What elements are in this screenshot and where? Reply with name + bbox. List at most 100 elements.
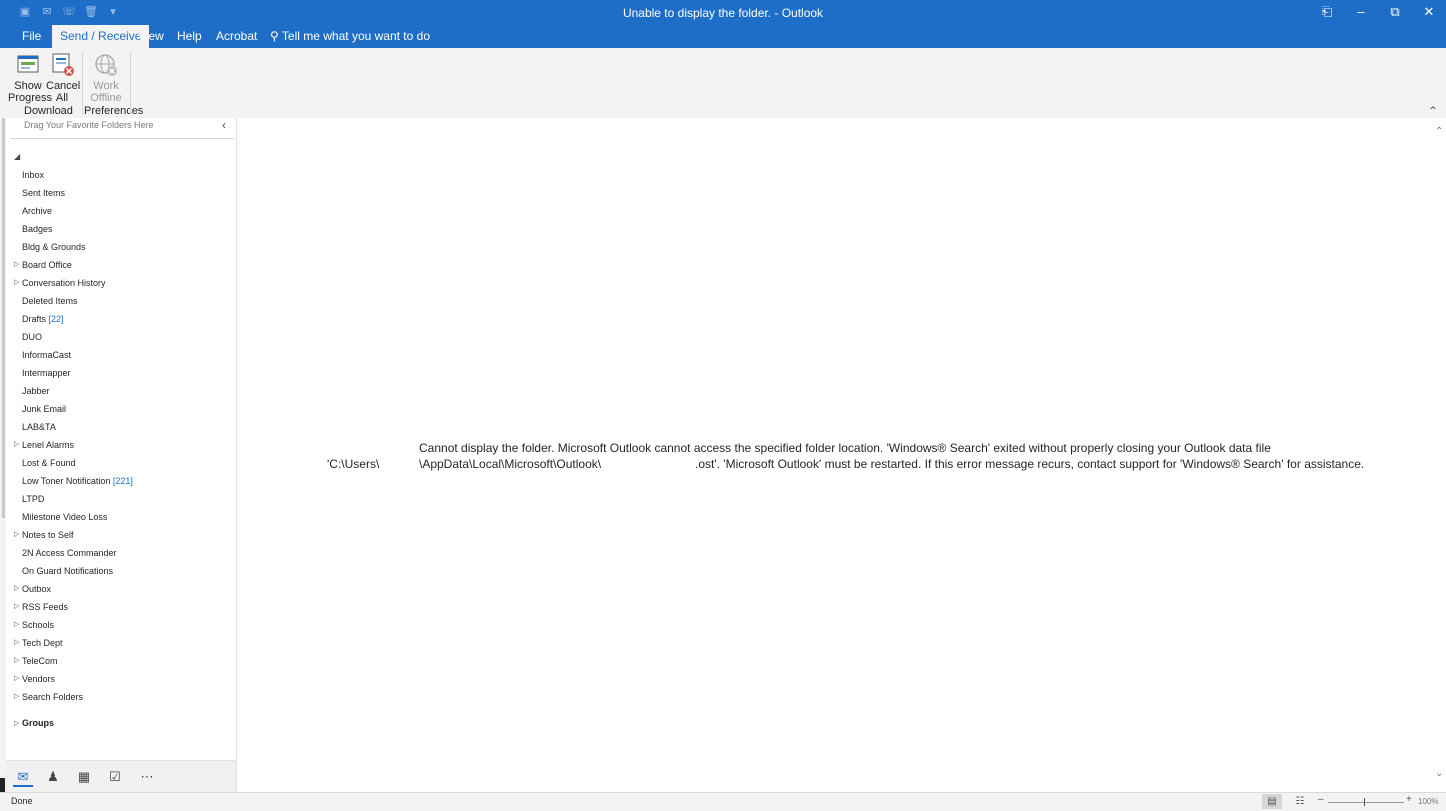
folder-name: Sent Items [22,188,66,198]
tell-me-box[interactable]: ⚲ Tell me what you want to do [262,25,438,48]
folder-name: Drafts [22,314,47,324]
restore-button[interactable]: ⧉ [1378,0,1412,25]
folder-item[interactable]: ▷ Vendors [14,674,56,684]
tab-view[interactable]: View [130,25,172,48]
left-scroll-bar[interactable] [2,118,5,518]
view-switcher: ▤ ☷ [1262,794,1310,809]
folder-name: Lost & Found [22,458,76,468]
zoom-out-icon[interactable]: – [1318,794,1324,805]
scroll-up-icon[interactable]: ⌃ [1435,126,1443,137]
expand-icon[interactable]: ▷ [14,602,19,610]
folder-item[interactable]: Badges [22,224,53,234]
folder-item[interactable]: ▷ Tech Dept [14,638,63,648]
show-progress-button[interactable]: Show Progress [8,52,53,104]
folder-item[interactable]: DUO [22,332,42,342]
folder-item[interactable]: Intermapper [22,368,71,378]
folder-item[interactable]: Inbox [22,170,44,180]
folder-item[interactable]: Milestone Video Loss [22,512,107,522]
status-text: Done [11,796,33,806]
folder-item[interactable]: ▷ Schools [14,620,55,630]
minimize-button[interactable]: – [1344,0,1378,25]
more-icon[interactable]: ⋯ [137,769,157,785]
folder-name: LTPD [22,494,45,504]
zoom-thumb[interactable] [1364,798,1365,806]
folder-item[interactable]: LAB&TA [22,422,56,432]
folder-name: Lenel Alarms [22,440,75,450]
reading-view-icon[interactable]: ☷ [1290,794,1310,809]
expand-icon[interactable]: ▷ [14,620,19,628]
globe-icon [93,52,119,78]
favorites-divider [10,138,234,139]
folder-item[interactable]: ▷ Notes to Self [14,530,74,540]
folder-item[interactable]: ▷ Lenel Alarms [14,440,75,450]
expand-icon[interactable]: ▷ [14,440,19,448]
tasks-icon[interactable]: ☑ [105,769,125,785]
folder-item[interactable]: LTPD [22,494,44,504]
folder-item[interactable]: Junk Email [22,404,66,414]
folder-item[interactable]: On Guard Notifications [22,566,113,576]
vertical-scrollbar[interactable]: ⌃ ⌄ [1434,118,1446,792]
calendar-icon[interactable]: ▦ [74,769,94,785]
zoom-level[interactable]: 100% [1418,797,1438,806]
ribbon-display-options-icon[interactable]: ⎗ [1310,0,1344,25]
folder-item[interactable]: ▷ Conversation History [14,278,106,288]
folder-name: Outbox [22,584,52,594]
folder-item[interactable]: Sent Items [22,188,65,198]
folder-item[interactable]: ▷ Board Office [14,260,72,270]
reading-area: Cannot display the folder. Microsoft Out… [237,118,1434,792]
window-title: Unable to display the folder. - Outlook [622,6,824,20]
scroll-down-icon[interactable]: ⌄ [1435,768,1443,779]
expand-icon[interactable]: ▷ [14,530,19,538]
people-icon[interactable]: ♟ [43,769,63,785]
folder-item[interactable]: ▷ Search Folders [14,692,83,702]
expand-icon[interactable]: ▷ [14,656,19,664]
folder-item[interactable]: Archive [22,206,52,216]
expand-icon[interactable]: ▷ [14,260,19,268]
expand-icon[interactable]: ▷ [14,674,19,682]
folder-name: Jabber [22,386,50,396]
favorites-hint: Drag Your Favorite Folders Here [24,120,154,130]
folder-item[interactable]: Bldg & Grounds [22,242,86,252]
normal-view-icon[interactable]: ▤ [1262,794,1282,809]
zoom-track[interactable] [1328,802,1404,803]
account-collapse-icon[interactable]: ◢ [14,152,20,161]
folder-item[interactable]: Jabber [22,386,50,396]
zoom-in-icon[interactable]: + [1406,794,1412,805]
tab-acrobat[interactable]: Acrobat [208,25,265,48]
folder-name: DUO [22,332,42,342]
folder-name: Junk Email [22,404,67,414]
folder-name: Inbox [22,170,45,180]
folder-item[interactable]: Lost & Found [22,458,76,468]
mail-icon[interactable]: ✉ [13,769,33,787]
zoom-slider[interactable]: – + [1318,794,1414,807]
folder-item[interactable]: ▷ TeleCom [14,656,58,666]
tab-file[interactable]: File [14,25,49,48]
group-label-download: Download [24,105,73,117]
expand-icon[interactable]: ▷ [14,278,19,286]
folder-item[interactable]: Deleted Items [22,296,78,306]
folder-item[interactable]: InformaCast [22,350,71,360]
folder-item[interactable]: Low Toner Notification [221] [22,476,133,486]
show-progress-label-2: Progress [8,92,53,104]
expand-icon[interactable]: ▷ [14,638,19,646]
expand-icon[interactable]: ▷ [14,692,19,700]
work-offline-button[interactable]: Work Offline [88,52,124,104]
folder-item[interactable]: ▷ RSS Feeds [14,602,68,612]
folder-item[interactable]: Drafts [22] [22,314,64,324]
folder-name: Schools [22,620,55,630]
groups-header[interactable]: ▷ Groups [14,718,54,728]
close-button[interactable]: ✕ [1412,0,1446,25]
folder-item[interactable]: ▷ Outbox [14,584,52,594]
work-offline-label-2: Offline [90,92,122,104]
folder-item[interactable]: 2N Access Commander [22,548,117,558]
tab-help[interactable]: Help [169,25,210,48]
folder-name: LAB&TA [22,422,56,432]
ribbon: Show Progress Cancel All Work Offline Do… [0,48,1446,119]
minimize-folder-pane-icon[interactable]: ‹ [222,118,226,132]
cancel-all-button[interactable]: Cancel All [46,52,80,104]
collapse-ribbon-icon[interactable]: ⌃ [1428,104,1438,118]
expand-icon[interactable]: ▷ [14,719,19,727]
folder-name: Vendors [22,674,56,684]
title-bar: ▣ ✉ ☏ 🗑 ▾ Unable to display the folder. … [0,0,1446,25]
expand-icon[interactable]: ▷ [14,584,19,592]
